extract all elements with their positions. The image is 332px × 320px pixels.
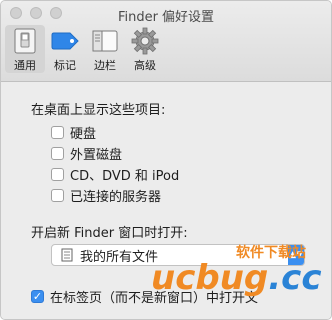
option-external-disks[interactable]: 外置磁盘 xyxy=(51,143,179,164)
open-in-tabs-checkbox[interactable]: ✓ xyxy=(31,290,44,303)
switch-icon xyxy=(10,27,40,55)
tab-tags[interactable]: 标记 xyxy=(45,25,85,73)
tab-advanced[interactable]: 高级 xyxy=(125,25,165,73)
connected-servers-checkbox[interactable] xyxy=(51,189,64,202)
option-hard-disks[interactable]: 硬盘 xyxy=(51,122,179,143)
tab-general-label: 通用 xyxy=(14,59,36,72)
tab-tags-label: 标记 xyxy=(54,59,76,72)
external-disks-checkbox[interactable] xyxy=(51,147,64,160)
sidebar-icon xyxy=(90,27,120,55)
connected-servers-label: 已连接的服务器 xyxy=(70,190,162,205)
new-window-heading: 开启新 Finder 窗口时打开: xyxy=(31,226,188,241)
new-window-target-value: 我的所有文件 xyxy=(80,249,159,265)
watermark-logo: ucbug.cc xyxy=(151,258,321,298)
gear-icon xyxy=(130,27,160,55)
external-disks-label: 外置磁盘 xyxy=(70,148,123,163)
cds-dvds-ipods-checkbox[interactable] xyxy=(51,168,64,181)
cds-dvds-ipods-label: CD、DVD 和 iPod xyxy=(70,169,180,184)
hard-disks-label: 硬盘 xyxy=(70,127,97,142)
tab-sidebar-label: 边栏 xyxy=(94,59,116,72)
tab-sidebar[interactable]: 边栏 xyxy=(85,25,125,73)
hard-disks-checkbox[interactable] xyxy=(51,126,64,139)
general-pane: 在桌面上显示这些项目: 硬盘 外置磁盘 CD、DVD 和 iPod 已连接的服务… xyxy=(1,82,331,319)
tab-advanced-label: 高级 xyxy=(134,59,156,72)
preferences-window: Finder 偏好设置 通用 标记 边栏 高级 在桌面上显示这些项目: 硬盘 外… xyxy=(0,0,332,320)
tab-general[interactable]: 通用 xyxy=(5,25,45,73)
desktop-items-list: 硬盘 外置磁盘 CD、DVD 和 iPod 已连接的服务器 xyxy=(51,122,179,206)
watermark-logo-b: .cc xyxy=(268,258,322,298)
preferences-toolbar: 通用 标记 边栏 高级 xyxy=(5,25,165,73)
option-connected-servers[interactable]: 已连接的服务器 xyxy=(51,185,179,206)
option-cds-dvds-ipods[interactable]: CD、DVD 和 iPod xyxy=(51,164,179,185)
watermark-logo-a: ucbug xyxy=(151,258,269,298)
title-bar: Finder 偏好设置 通用 标记 边栏 高级 xyxy=(1,1,331,82)
window-title: Finder 偏好设置 xyxy=(117,10,215,25)
desktop-items-heading: 在桌面上显示这些项目: xyxy=(31,103,166,118)
tag-icon xyxy=(50,27,80,55)
all-files-icon xyxy=(61,248,73,262)
